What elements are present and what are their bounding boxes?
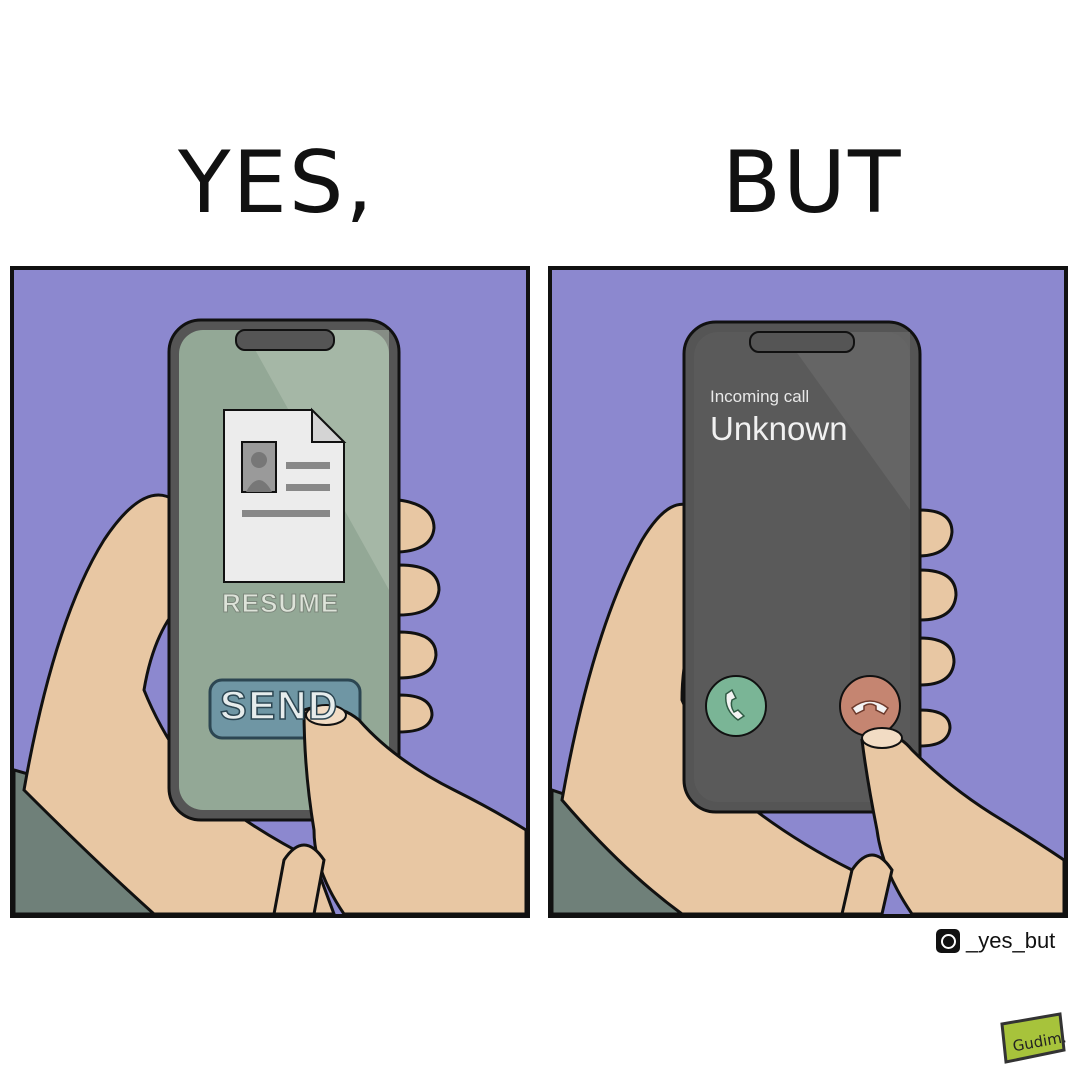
phone-notch-left <box>235 329 335 351</box>
finger <box>918 568 958 622</box>
tapping-finger-right <box>860 732 1064 914</box>
caller-name: Unknown <box>710 410 848 447</box>
finger <box>918 508 954 558</box>
right-panel-illustration <box>552 320 1064 914</box>
finger <box>397 630 438 680</box>
resume-label: RESUME <box>221 588 340 619</box>
watermark: _yes_but <box>936 928 1055 954</box>
finger <box>918 708 952 748</box>
heading-yes: YES, <box>178 133 375 233</box>
accept-call-icon <box>705 675 767 737</box>
gudim-signature-logo: Gudim. <box>1000 1012 1068 1064</box>
panel-left-comic: RESUME SEND <box>10 266 530 918</box>
watermark-handle: _yes_but <box>966 928 1056 953</box>
incoming-call-label: Incoming call <box>710 387 810 406</box>
decline-call-icon <box>839 675 901 737</box>
heading-but: BUT <box>722 133 903 233</box>
tapping-finger-left <box>302 705 526 914</box>
resume-document-icon <box>223 407 347 583</box>
finger <box>397 563 441 617</box>
finger <box>397 498 436 554</box>
send-button[interactable]: SEND <box>219 683 339 729</box>
instagram-icon <box>936 929 960 953</box>
phone-notch-right <box>749 331 855 353</box>
finger <box>397 693 434 734</box>
finger <box>918 636 956 687</box>
panel-right-comic: Incoming call Unknown <box>548 266 1068 918</box>
